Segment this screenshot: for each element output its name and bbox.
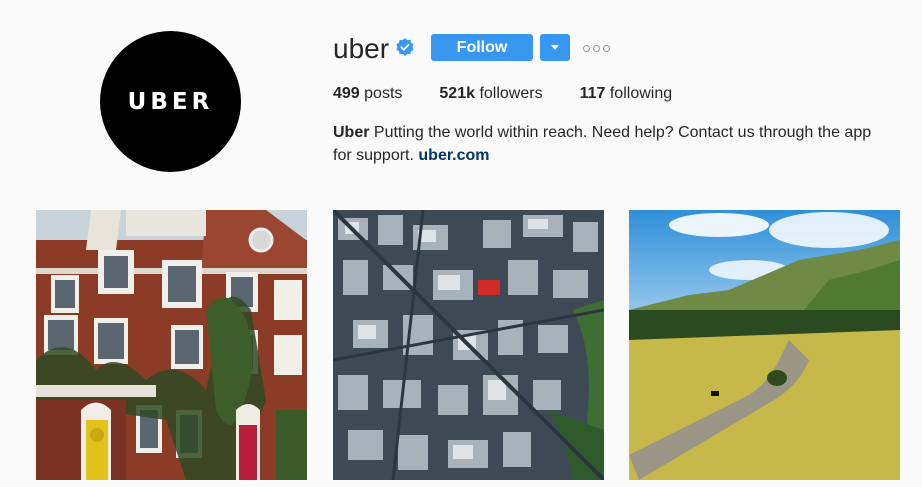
- follow-button[interactable]: Follow: [431, 34, 533, 61]
- caret-down-icon: [551, 45, 559, 50]
- verified-badge-icon: [396, 38, 414, 56]
- following-stat[interactable]: 117 following: [580, 85, 673, 103]
- followers-count: 521k: [439, 85, 475, 102]
- aerial-city-image: [333, 210, 604, 480]
- post-brick-townhouse[interactable]: [36, 210, 307, 480]
- bio-link[interactable]: uber.com: [418, 147, 489, 164]
- townhouse-image: [36, 210, 307, 480]
- more-dot-icon: [583, 44, 590, 52]
- profile-bio: Uber Putting the world within reach. Nee…: [333, 121, 893, 167]
- more-dot-icon: [603, 44, 610, 52]
- followers-stat[interactable]: 521k followers: [439, 85, 542, 103]
- bio-text: Putting the world within reach. Need hel…: [333, 124, 872, 164]
- profile-stats: 499 posts 521k followers 117 following: [333, 85, 709, 103]
- followers-label: followers: [479, 85, 543, 102]
- following-count: 117: [579, 85, 606, 102]
- following-label: following: [609, 85, 673, 102]
- avatar-logo-text: UBER: [127, 88, 214, 115]
- profile-avatar[interactable]: UBER: [100, 31, 241, 172]
- suggestions-dropdown-button[interactable]: [540, 34, 570, 61]
- more-dot-icon: [593, 44, 600, 52]
- valley-road-image: [629, 210, 900, 480]
- profile-username: uber: [333, 33, 390, 64]
- posts-count: 499: [333, 85, 360, 102]
- posts-stat: 499 posts: [333, 85, 402, 103]
- posts-label: posts: [364, 85, 403, 102]
- post-valley-road[interactable]: [629, 210, 900, 480]
- bio-name: Uber: [333, 124, 370, 141]
- post-aerial-city[interactable]: [333, 210, 604, 480]
- more-options-button[interactable]: [583, 40, 610, 56]
